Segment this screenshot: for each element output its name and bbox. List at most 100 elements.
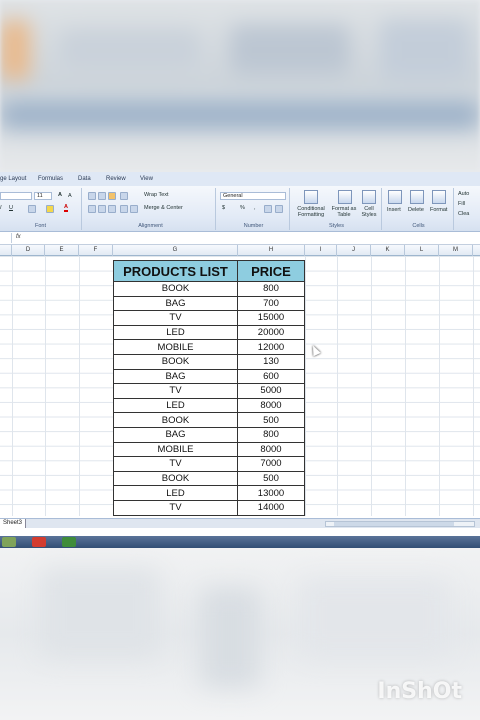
fill-color-icon[interactable] (46, 205, 54, 213)
conditional-formatting-button[interactable]: Conditional Formatting (293, 206, 329, 218)
column-header-f[interactable]: F (79, 245, 113, 256)
scrollbar-thumb[interactable] (334, 522, 454, 526)
fill-button[interactable]: Fill (458, 201, 465, 207)
cell-styles-button[interactable]: Cell Styles (358, 206, 380, 218)
product-cell[interactable]: BAG (113, 295, 238, 312)
product-cell[interactable]: TV (113, 383, 238, 399)
tab-view[interactable]: View (140, 176, 153, 182)
price-cell[interactable]: 13000 (237, 485, 305, 501)
price-cell[interactable]: 12000 (237, 339, 305, 355)
decrease-decimal-icon[interactable] (275, 205, 283, 213)
column-header-j[interactable]: J (337, 245, 371, 256)
cell-styles-icon[interactable] (362, 190, 376, 204)
product-cell[interactable]: BOOK (113, 353, 238, 370)
delete-cells-icon[interactable] (410, 190, 424, 204)
column-header-g[interactable]: G (113, 245, 238, 256)
taskbar-excel-icon[interactable] (62, 537, 76, 547)
currency-button[interactable]: $ (222, 205, 225, 211)
format-cells-icon[interactable] (432, 190, 446, 204)
delete-button[interactable]: Delete (408, 207, 424, 213)
comma-button[interactable]: , (254, 205, 256, 211)
price-cell[interactable]: 8000 (237, 397, 305, 414)
autosum-button[interactable]: Auto (458, 191, 469, 197)
conditional-formatting-icon[interactable] (304, 190, 318, 204)
italic-icon[interactable]: I (0, 205, 2, 211)
percent-button[interactable]: % (240, 205, 245, 211)
price-cell[interactable]: 700 (237, 295, 305, 312)
font-size-box[interactable]: 11 (34, 192, 52, 200)
column-header-l[interactable]: L (405, 245, 439, 256)
products-list-header[interactable]: PRODUCTS LIST (113, 260, 238, 282)
column-header-d[interactable]: D (12, 245, 45, 256)
tab-review[interactable]: Review (106, 176, 126, 182)
grow-font-icon[interactable]: A (58, 192, 62, 198)
product-cell[interactable]: BOOK (113, 281, 238, 297)
column-header-e[interactable]: E (45, 245, 79, 256)
align-left-icon[interactable] (88, 205, 96, 213)
insert-cells-icon[interactable] (388, 190, 402, 204)
insert-button[interactable]: Insert (387, 207, 401, 213)
price-cell[interactable]: 500 (237, 470, 305, 487)
column-header-h[interactable]: H (238, 245, 305, 256)
format-button[interactable]: Format (430, 207, 447, 213)
clear-button[interactable]: Clea (458, 211, 469, 217)
horizontal-scrollbar[interactable] (325, 521, 475, 527)
price-cell[interactable]: 20000 (237, 324, 305, 341)
column-header-m[interactable]: M (439, 245, 473, 256)
price-cell[interactable]: 7000 (237, 456, 305, 472)
name-box[interactable] (0, 233, 12, 243)
align-middle-icon[interactable] (98, 192, 106, 200)
product-cell[interactable]: TV (113, 499, 238, 516)
price-cell[interactable]: 5000 (237, 383, 305, 399)
price-cell[interactable]: 600 (237, 368, 305, 385)
worksheet-grid[interactable]: PRODUCTS LIST PRICE BOOK 800 BAG 700 TV 15000… (0, 256, 480, 516)
product-cell[interactable]: TV (113, 310, 238, 326)
align-center-icon[interactable] (98, 205, 106, 213)
price-cell[interactable]: 130 (237, 353, 305, 370)
orientation-icon[interactable] (120, 192, 128, 200)
format-as-table-button[interactable]: Format as Table (330, 206, 358, 218)
wrap-text-button[interactable]: Wrap Text (144, 192, 169, 198)
column-header-c[interactable] (0, 245, 12, 256)
align-right-icon[interactable] (108, 205, 116, 213)
tab-data[interactable]: Data (78, 176, 91, 182)
align-top-icon[interactable] (88, 192, 96, 200)
price-cell[interactable]: 500 (237, 412, 305, 428)
column-header-i[interactable]: I (305, 245, 337, 256)
price-cell[interactable]: 800 (237, 281, 305, 297)
price-cell[interactable]: 800 (237, 426, 305, 443)
product-cell[interactable]: BAG (113, 426, 238, 443)
price-cell[interactable]: 8000 (237, 441, 305, 458)
product-cell[interactable]: MOBILE (113, 339, 238, 355)
tab-formulas[interactable]: Formulas (38, 176, 63, 182)
sheet-tab-sheet3[interactable]: Sheet3 (0, 519, 27, 528)
product-cell[interactable]: BOOK (113, 412, 238, 428)
tab-page-layout[interactable]: ge Layout (0, 176, 26, 182)
increase-decimal-icon[interactable] (264, 205, 272, 213)
column-header-k[interactable]: K (371, 245, 405, 256)
borders-icon[interactable] (28, 205, 36, 213)
product-cell[interactable]: LED (113, 324, 238, 341)
price-header[interactable]: PRICE (237, 260, 305, 282)
product-cell[interactable]: LED (113, 485, 238, 501)
font-name-box[interactable] (0, 192, 32, 200)
increase-indent-icon[interactable] (130, 205, 138, 213)
number-format-select[interactable]: General (220, 192, 286, 200)
taskbar-browser-icon[interactable] (32, 537, 46, 547)
product-cell[interactable]: TV (113, 456, 238, 472)
font-color-icon[interactable]: A (64, 204, 68, 212)
decrease-indent-icon[interactable] (120, 205, 128, 213)
align-bottom-icon[interactable] (108, 192, 116, 200)
format-as-table-icon[interactable] (338, 190, 352, 204)
price-cell[interactable]: 15000 (237, 310, 305, 326)
product-cell[interactable]: BOOK (113, 470, 238, 487)
shrink-font-icon[interactable]: A (68, 193, 72, 199)
product-cell[interactable]: LED (113, 397, 238, 414)
fx-icon[interactable]: fx (16, 234, 21, 240)
taskbar-app-icon[interactable] (2, 537, 16, 547)
product-cell[interactable]: MOBILE (113, 441, 238, 458)
merge-center-button[interactable]: Merge & Center (144, 205, 183, 211)
underline-icon[interactable]: U (9, 205, 13, 211)
product-cell[interactable]: BAG (113, 368, 238, 385)
price-cell[interactable]: 14000 (237, 499, 305, 516)
